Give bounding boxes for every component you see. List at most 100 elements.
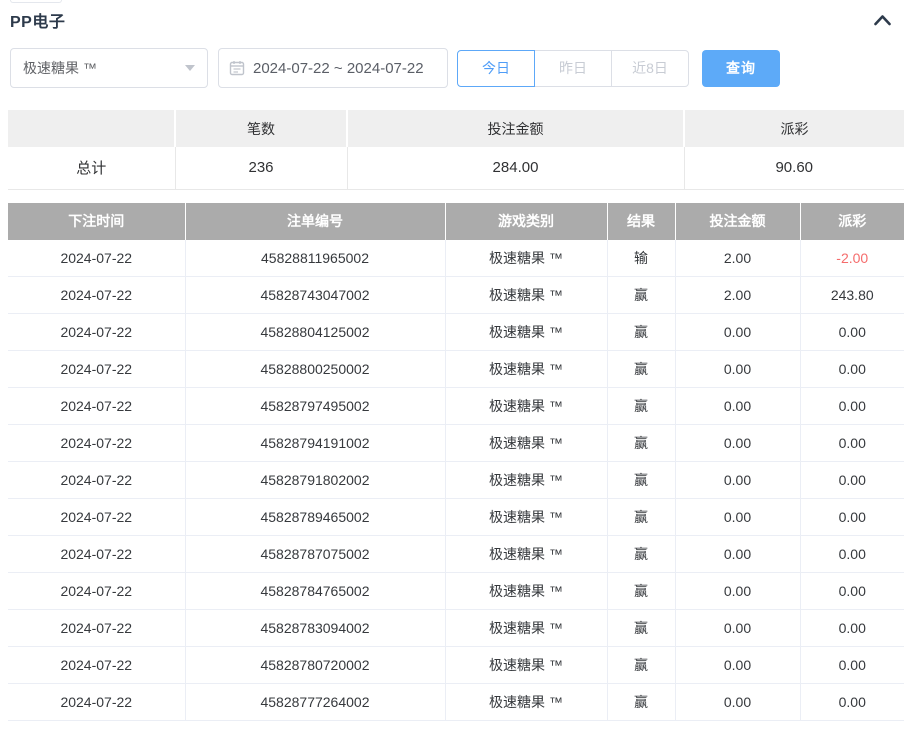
order-number-cell: 45828743047002 [185,277,445,314]
result-cell: 赢 [607,462,675,499]
filter-row: 极速糖果 ™ 2024-07-22 ~ 2024-07-22 今日 昨日 近8日 [10,48,904,88]
table-row: 2024-07-2245828743047002极速糖果 ™赢2.00243.8… [8,277,904,314]
result-cell: 赢 [607,684,675,721]
table-row: 2024-07-2245828791802002极速糖果 ™赢0.000.00 [8,462,904,499]
payout-cell: 0.00 [800,573,904,610]
game-type-cell: 极速糖果 ™ [445,240,607,277]
payout-cell: 0.00 [800,425,904,462]
bet-time-cell: 2024-07-22 [8,536,185,573]
header-payout: 派彩 [800,203,904,240]
bet-time-cell: 2024-07-22 [8,573,185,610]
summary-header-row: 笔数 投注金额 派彩 [8,110,904,147]
bet-records-table: 下注时间 注单编号 游戏类别 结果 投注金额 派彩 2024-07-224582… [8,203,904,722]
result-cell: 赢 [607,499,675,536]
bet-time-cell: 2024-07-22 [8,647,185,684]
result-cell: 赢 [607,314,675,351]
game-type-cell: 极速糖果 ™ [445,610,607,647]
search-button[interactable]: 查询 [702,50,780,87]
bet-amount-cell: 0.00 [675,573,800,610]
payout-cell: 0.00 [800,610,904,647]
bet-amount-cell: 0.00 [675,425,800,462]
table-row: 2024-07-2245828780720002极速糖果 ™赢0.000.00 [8,647,904,684]
bet-amount-cell: 0.00 [675,536,800,573]
game-select[interactable]: 极速糖果 ™ [10,48,208,88]
bet-amount-cell: 0.00 [675,462,800,499]
header-game-type: 游戏类别 [445,203,607,240]
summary-header-bet-amount: 投注金额 [347,110,684,147]
bet-time-cell: 2024-07-22 [8,240,185,277]
calendar-icon [229,60,245,76]
result-cell: 赢 [607,573,675,610]
last-8-days-button[interactable]: 近8日 [611,50,689,87]
bet-amount-cell: 0.00 [675,314,800,351]
payout-cell: 0.00 [800,684,904,721]
total-label-cell: 总计 [8,147,175,189]
total-bet-amount-cell: 284.00 [347,147,684,189]
result-cell: 输 [607,240,675,277]
bet-time-cell: 2024-07-22 [8,388,185,425]
game-type-cell: 极速糖果 ™ [445,425,607,462]
order-number-cell: 45828784765002 [185,573,445,610]
chevron-down-icon [185,65,195,71]
order-number-cell: 45828789465002 [185,499,445,536]
table-row: 2024-07-2245828811965002极速糖果 ™输2.00-2.00 [8,240,904,277]
payout-cell: 0.00 [800,388,904,425]
game-type-cell: 极速糖果 ™ [445,462,607,499]
bet-time-cell: 2024-07-22 [8,610,185,647]
result-cell: 赢 [607,425,675,462]
game-type-cell: 极速糖果 ™ [445,314,607,351]
bet-time-cell: 2024-07-22 [8,314,185,351]
bet-amount-cell: 0.00 [675,610,800,647]
today-button[interactable]: 今日 [457,50,535,87]
game-type-cell: 极速糖果 ™ [445,536,607,573]
payout-cell: 0.00 [800,499,904,536]
table-row: 2024-07-2245828789465002极速糖果 ™赢0.000.00 [8,499,904,536]
game-type-cell: 极速糖果 ™ [445,388,607,425]
result-cell: 赢 [607,536,675,573]
result-cell: 赢 [607,351,675,388]
payout-cell: 0.00 [800,536,904,573]
bet-amount-cell: 0.00 [675,499,800,536]
table-row: 2024-07-2245828783094002极速糖果 ™赢0.000.00 [8,610,904,647]
date-range-value: 2024-07-22 ~ 2024-07-22 [253,60,424,77]
game-type-cell: 极速糖果 ™ [445,684,607,721]
quick-range-button-group: 今日 昨日 近8日 [457,50,689,87]
bet-amount-cell: 2.00 [675,277,800,314]
order-number-cell: 45828783094002 [185,610,445,647]
summary-table: 笔数 投注金额 派彩 总计 236 284.00 90.60 [8,110,904,190]
table-row: 2024-07-2245828777264002极速糖果 ™赢0.000.00 [8,684,904,721]
bet-amount-cell: 0.00 [675,684,800,721]
order-number-cell: 45828811965002 [185,240,445,277]
payout-cell: -2.00 [800,240,904,277]
records-header-row: 下注时间 注单编号 游戏类别 结果 投注金额 派彩 [8,203,904,240]
bet-time-cell: 2024-07-22 [8,277,185,314]
order-number-cell: 45828797495002 [185,388,445,425]
payout-cell: 243.80 [800,277,904,314]
bet-time-cell: 2024-07-22 [8,425,185,462]
yesterday-button[interactable]: 昨日 [534,50,612,87]
table-row: 2024-07-2245828797495002极速糖果 ™赢0.000.00 [8,388,904,425]
result-cell: 赢 [607,277,675,314]
header-order-number: 注单编号 [185,203,445,240]
game-type-cell: 极速糖果 ™ [445,499,607,536]
table-row: 2024-07-2245828800250002极速糖果 ™赢0.000.00 [8,351,904,388]
table-row: 2024-07-2245828784765002极速糖果 ™赢0.000.00 [8,573,904,610]
result-cell: 赢 [607,388,675,425]
game-type-cell: 极速糖果 ™ [445,351,607,388]
collapse-panel-button[interactable] [871,12,894,28]
bet-amount-cell: 2.00 [675,240,800,277]
payout-cell: 0.00 [800,351,904,388]
payout-cell: 0.00 [800,647,904,684]
bet-amount-cell: 0.00 [675,647,800,684]
table-row: 2024-07-2245828804125002极速糖果 ™赢0.000.00 [8,314,904,351]
game-type-cell: 极速糖果 ™ [445,573,607,610]
date-range-input[interactable]: 2024-07-22 ~ 2024-07-22 [218,48,448,88]
chevron-up-icon [873,14,892,29]
game-select-value: 极速糖果 ™ [23,58,97,78]
order-number-cell: 45828787075002 [185,536,445,573]
header-bet-amount: 投注金额 [675,203,800,240]
summary-total-row: 总计 236 284.00 90.60 [8,147,904,189]
table-row: 2024-07-2245828787075002极速糖果 ™赢0.000.00 [8,536,904,573]
order-number-cell: 45828777264002 [185,684,445,721]
header-bet-time: 下注时间 [8,203,185,240]
